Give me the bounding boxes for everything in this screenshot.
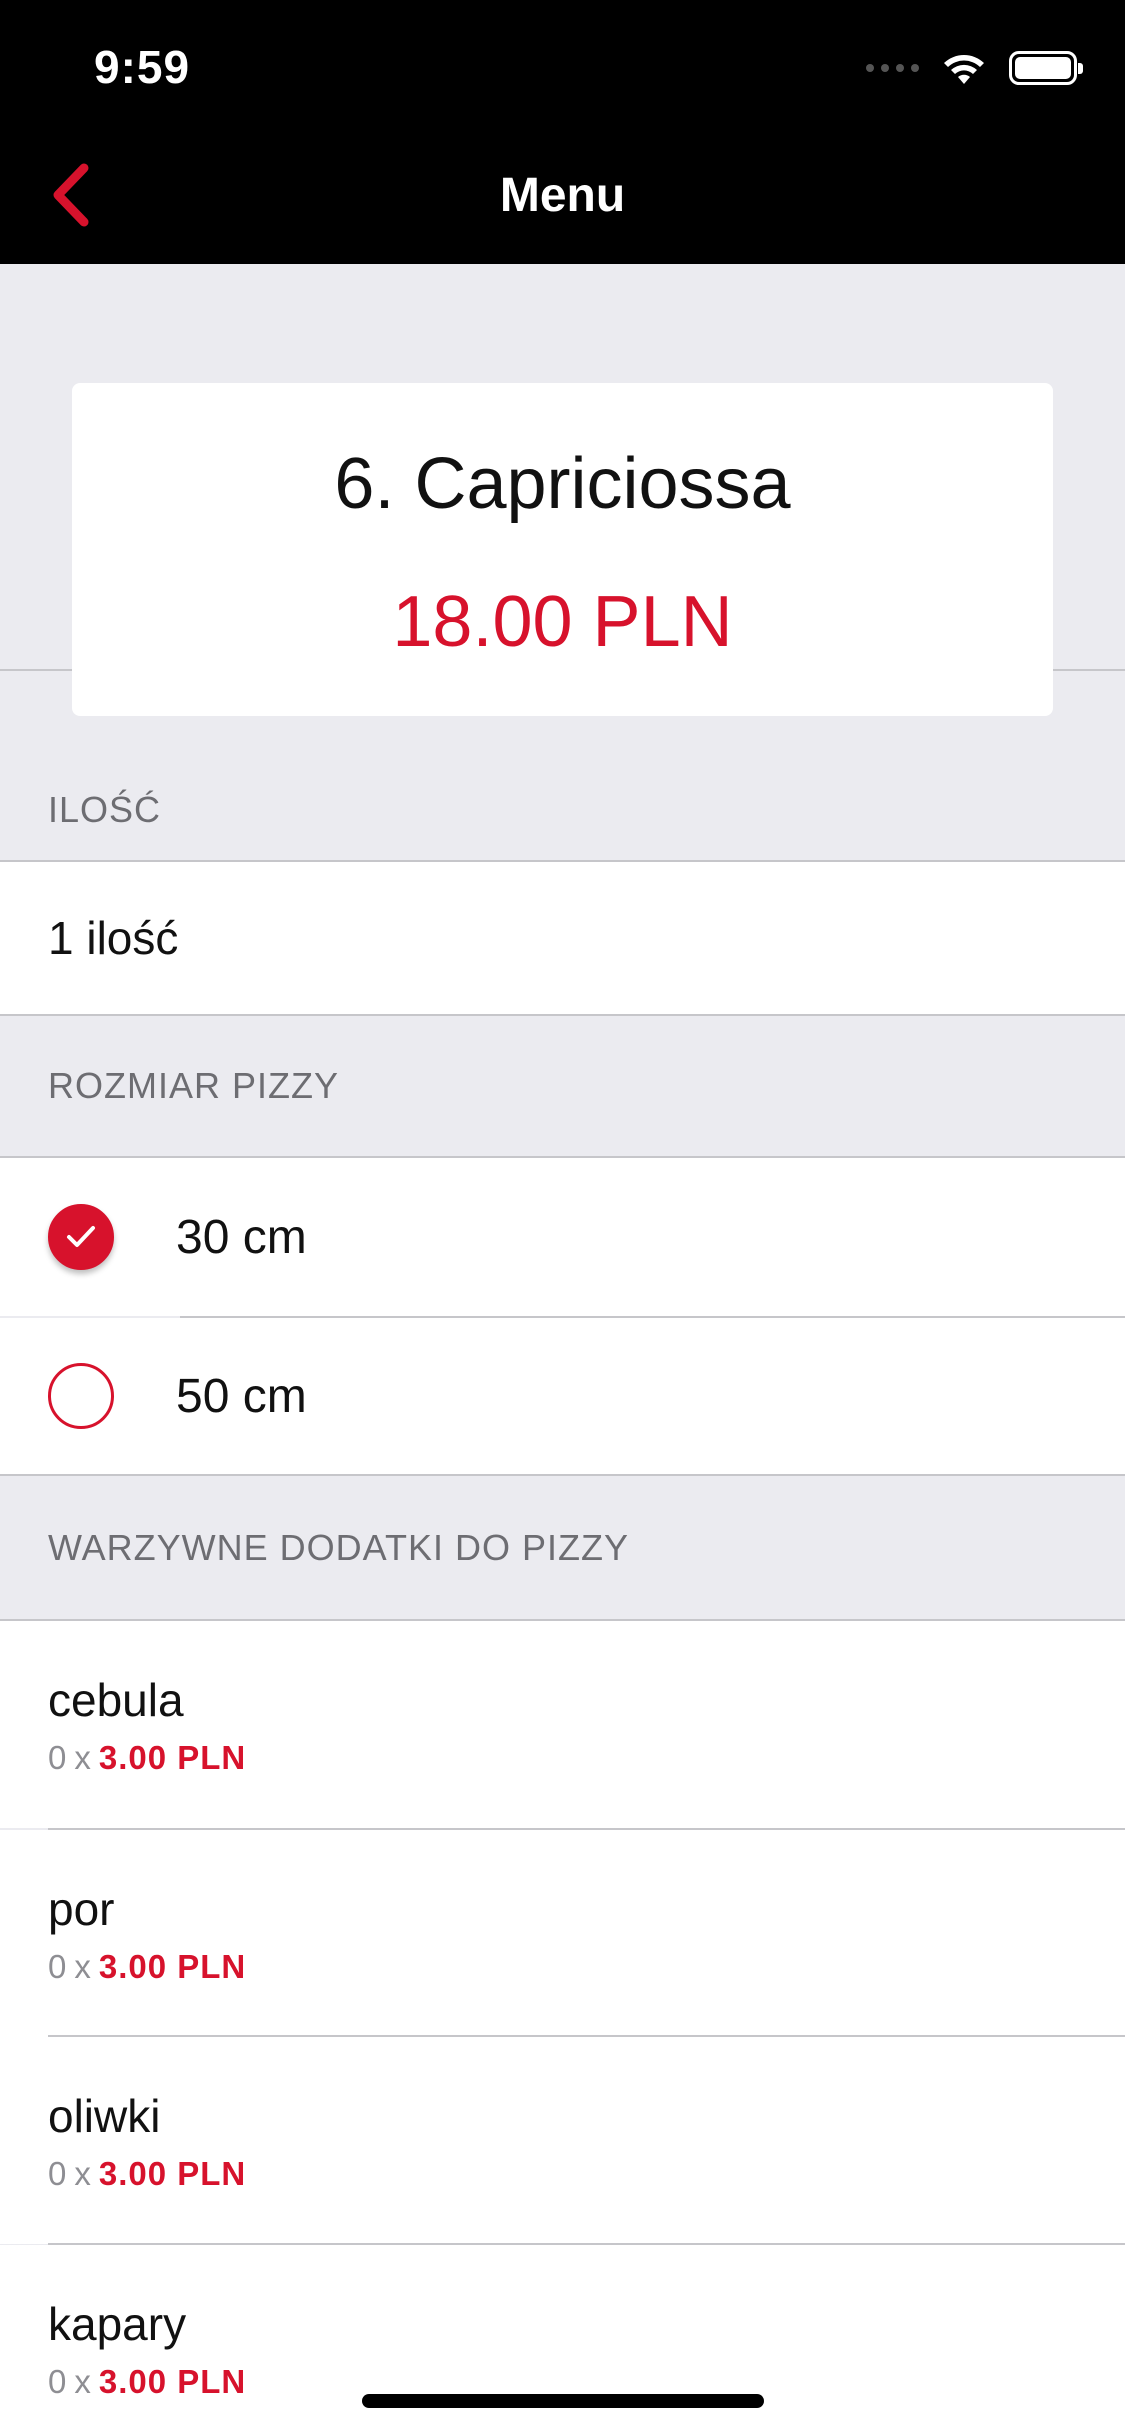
addons-section-header: WARZYWNE DODATKI DO PIZZY (0, 1476, 1125, 1619)
size-section-header: ROZMIAR PIZZY (0, 1016, 1125, 1156)
quantity-value: 1 ilość (48, 912, 179, 964)
product-card: 6. Capriciossa 18.00 PLN (72, 383, 1053, 716)
addons-header-label: WARZYWNE DODATKI DO PIZZY (48, 1526, 629, 1568)
radio-unchecked-icon[interactable] (48, 1363, 114, 1429)
battery-icon (1009, 51, 1083, 85)
size-header-label: ROZMIAR PIZZY (48, 1065, 339, 1106)
addon-name: por (48, 1883, 115, 1935)
wifi-icon (944, 55, 984, 84)
addon-price: 0 x 3.00 PLN (48, 2155, 247, 2192)
screen: 9:59 Menu 6. Capriciossa 18.00 PLN ILOŚĆ (0, 0, 1125, 2436)
product-name: 6. Capriciossa (334, 444, 791, 524)
checkmark-icon (67, 1226, 95, 1247)
status-icons (866, 50, 1083, 86)
size-option-50[interactable]: 50 cm (0, 1318, 1125, 1474)
addon-name: oliwki (48, 2090, 161, 2142)
size-option-label: 50 cm (176, 1370, 307, 1423)
nav-title: Menu (499, 169, 626, 222)
addon-price: 0 x 3.00 PLN (48, 2363, 247, 2400)
radio-checked-icon[interactable] (48, 1204, 114, 1270)
status-time: 9:59 (94, 41, 191, 93)
size-option-label: 30 cm (176, 1211, 307, 1264)
top-bar: 9:59 Menu (0, 0, 1125, 264)
addon-price: 0 x 3.00 PLN (48, 1948, 247, 1985)
quantity-row[interactable]: 1 ilość (0, 862, 1125, 1014)
product-price: 18.00 PLN (392, 582, 733, 662)
addon-price: 0 x 3.00 PLN (48, 1739, 247, 1776)
addon-name: cebula (48, 1674, 184, 1726)
cellular-signal-icon (866, 64, 919, 72)
addon-row-cebula[interactable]: cebula 0 x 3.00 PLN (0, 1621, 1125, 1828)
addon-row-oliwki[interactable]: oliwki 0 x 3.00 PLN (0, 2037, 1125, 2244)
size-option-30[interactable]: 30 cm (0, 1158, 1125, 1316)
addon-row-por[interactable]: por 0 x 3.00 PLN (0, 1830, 1125, 2037)
quantity-header-label: ILOŚĆ (48, 789, 162, 830)
addon-name: kapary (48, 2298, 187, 2350)
home-indicator[interactable] (362, 2394, 764, 2408)
